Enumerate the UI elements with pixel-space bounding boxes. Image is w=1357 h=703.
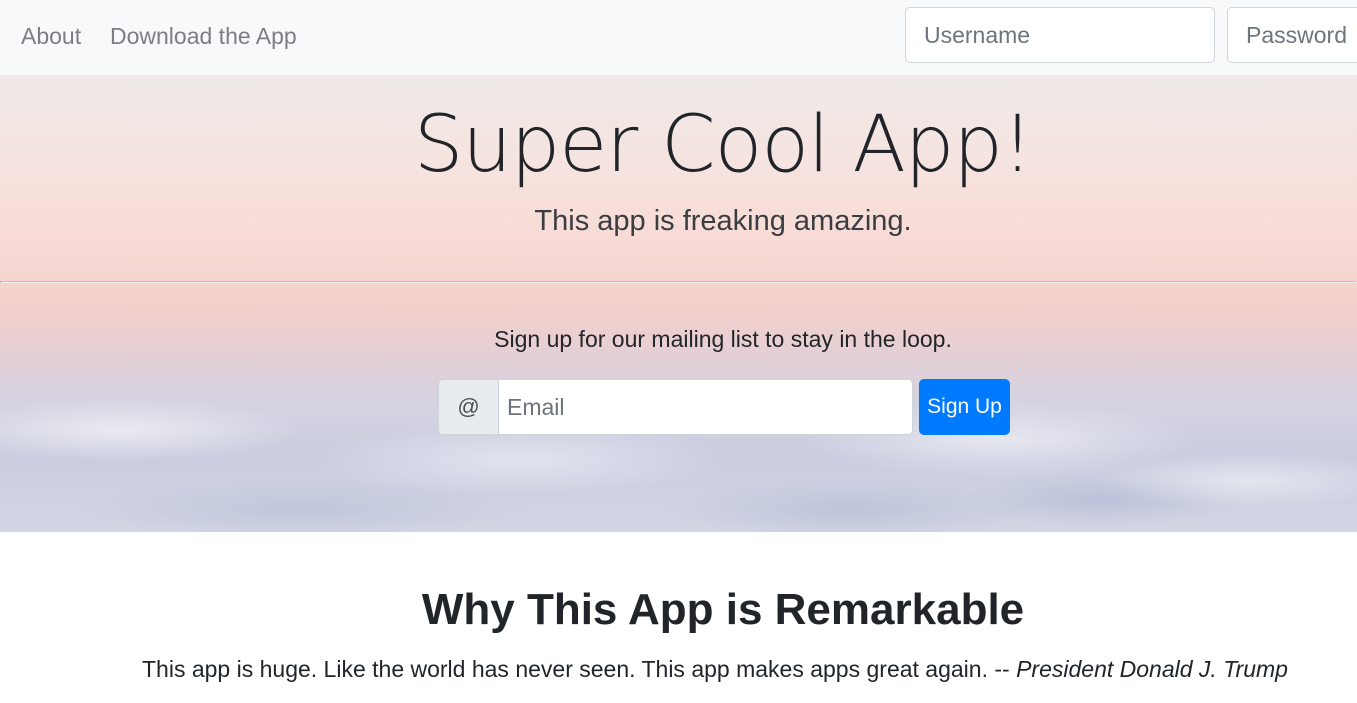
email-input[interactable] [498,379,913,435]
section-heading: Why This App is Remarkable [421,585,1025,634]
quote-author: President Donald J. Trump [1016,656,1288,682]
navbar: About Download the App [0,0,1357,75]
sign-up-button[interactable]: Sign Up [919,379,1010,435]
nav-link-download-app[interactable]: Download the App [110,22,297,50]
quote-paragraph: This app is huge. Like the world has nev… [142,655,1288,683]
mailing-list-tagline: Sign up for our mailing list to stay in … [494,326,952,352]
hero-title: Super Cool App! [413,100,1033,190]
hero-subtitle: This app is freaking amazing. [534,205,912,237]
at-sign-prepend: @ [438,379,499,435]
username-input[interactable] [905,7,1215,63]
hero-divider [0,281,1357,283]
quote-text: This app is huge. Like the world has nev… [142,656,1017,682]
nav-link-about[interactable]: About [21,22,81,50]
password-input[interactable] [1227,7,1357,63]
hero-jumbotron: Super Cool App! This app is freaking ama… [0,75,1357,532]
